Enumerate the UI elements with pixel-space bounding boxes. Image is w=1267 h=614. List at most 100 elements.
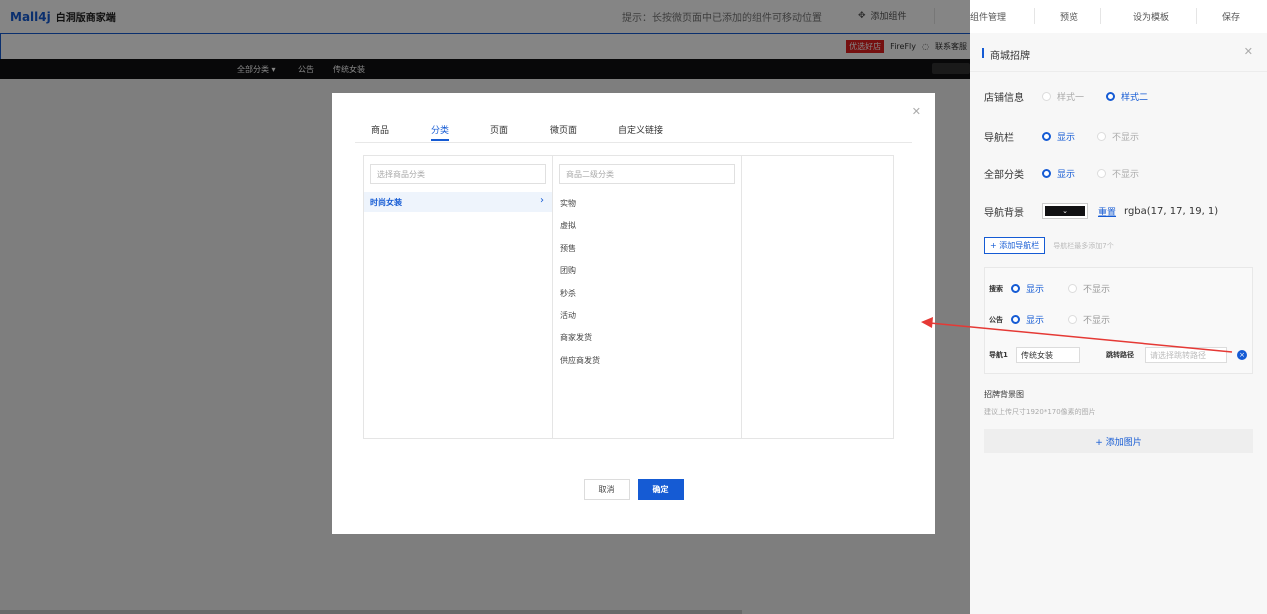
tab-product[interactable]: 商品 — [371, 123, 389, 136]
list-item[interactable]: 虚拟 — [560, 220, 600, 242]
radio-label: 不显示 — [1112, 133, 1140, 143]
settings-panel: 商城招牌 ✕ 店铺信息 样式一 样式二 导航栏 显示 不显示 全部分类 显示 不… — [970, 33, 1267, 614]
divider — [1100, 8, 1101, 24]
add-image-label: + 添加图片 — [1095, 437, 1142, 448]
search-hide-radio[interactable]: 不显示 — [1068, 282, 1110, 295]
list-item[interactable]: 秒杀 — [560, 288, 600, 310]
link-path-input[interactable]: 请选择跳转路径 — [1145, 347, 1227, 363]
nav-bg-label: 导航背景 — [984, 207, 1024, 219]
radio-checked-icon — [1042, 132, 1051, 141]
nav1-name-input[interactable]: 传统女装 — [1016, 347, 1080, 363]
add-nav-hint: 导航栏最多添加7个 — [1053, 241, 1114, 250]
radio-label: 显示 — [1026, 316, 1045, 326]
subcategory-search-input[interactable]: 商品二级分类 — [559, 164, 735, 184]
subcategory-list: 实物 虚拟 预售 团购 秒杀 活动 商家发货 供应商发货 — [560, 198, 600, 377]
add-nav-button[interactable]: + 添加导航栏 — [984, 237, 1046, 254]
radio-label: 不显示 — [1112, 170, 1140, 180]
store-info-row: 店铺信息 样式一 样式二 — [984, 89, 1170, 104]
radio-checked-icon — [1011, 315, 1020, 324]
radio-checked-icon — [1106, 92, 1116, 101]
category-columns: 选择商品分类 时尚女装 › 商品二级分类 实物 虚拟 预售 团购 秒杀 活动 商… — [363, 155, 894, 439]
tab-custom-link[interactable]: 自定义链接 — [618, 123, 663, 136]
close-icon[interactable]: ✕ — [912, 105, 921, 118]
radio-icon — [1068, 315, 1078, 324]
nav1-label: 导航1 — [989, 351, 1008, 359]
store-style1-radio[interactable]: 样式一 — [1042, 90, 1084, 103]
add-image-button[interactable]: + 添加图片 — [984, 429, 1253, 453]
confirm-button[interactable]: 确定 — [637, 479, 684, 500]
nav1-row: 导航1 传统女装 跳转路径 请选择跳转路径 × — [989, 347, 1247, 363]
page: Mall4j 白洞版商家端 提示：长按微页面中已添加的组件可移动位置 ✥ 添加组… — [0, 0, 1267, 614]
divider — [1034, 8, 1035, 24]
radio-label: 显示 — [1057, 170, 1076, 180]
modal-tabs: 商品 分类 页面 微页面 自定义链接 — [355, 121, 912, 143]
third-level-column — [742, 156, 893, 438]
radio-icon — [1042, 92, 1051, 101]
list-item[interactable]: 供应商发货 — [560, 355, 600, 377]
radio-label: 不显示 — [1083, 285, 1111, 295]
radio-checked-icon — [1042, 169, 1051, 178]
nav-config-card: 搜索 显示 不显示 公告 显示 不显示 导航1 传统女装 跳转路径 请选择跳转路… — [984, 267, 1253, 374]
divider — [1196, 8, 1197, 24]
category-label: 时尚女装 — [370, 198, 402, 207]
chevron-right-icon: › — [540, 195, 544, 206]
nav-bg-row: 导航背景 ⌄ 重置 rgba(17, 17, 19, 1) — [984, 203, 1218, 219]
radio-icon — [1068, 284, 1078, 293]
category-show-radio[interactable]: 显示 — [1042, 167, 1075, 180]
search-show-radio[interactable]: 显示 — [1011, 282, 1044, 295]
search-label: 搜索 — [989, 284, 1003, 293]
store-info-label: 店铺信息 — [984, 93, 1024, 104]
radio-label: 不显示 — [1083, 316, 1111, 326]
search-row: 搜索 显示 不显示 — [989, 282, 1134, 295]
link-select-modal: ✕ 商品 分类 页面 微页面 自定义链接 选择商品分类 时尚女装 › 商品二级分… — [332, 93, 935, 534]
all-category-label: 全部分类 — [984, 170, 1024, 181]
category-item[interactable]: 时尚女装 › — [364, 192, 552, 212]
tab-category[interactable]: 分类 — [431, 123, 450, 141]
color-value: rgba(17, 17, 19, 1) — [1124, 205, 1219, 217]
first-level-column: 选择商品分类 时尚女装 › — [364, 156, 553, 438]
bg-image-section: 招牌背景图 建议上传尺寸1920*170像素的图片 — [984, 389, 1096, 417]
bg-image-hint: 建议上传尺寸1920*170像素的图片 — [984, 408, 1096, 416]
tab-micro-page[interactable]: 微页面 — [550, 123, 577, 136]
notice-hide-radio[interactable]: 不显示 — [1068, 313, 1110, 326]
tab-page[interactable]: 页面 — [490, 123, 508, 136]
link-path-label: 跳转路径 — [1106, 351, 1134, 359]
radio-label: 样式二 — [1121, 93, 1149, 103]
list-item[interactable]: 预售 — [560, 243, 600, 265]
radio-label: 样式一 — [1057, 93, 1085, 103]
preview-button[interactable]: 预览 — [1060, 10, 1078, 23]
cancel-button[interactable]: 取消 — [583, 479, 630, 500]
navbar-hide-radio[interactable]: 不显示 — [1097, 130, 1139, 143]
panel-title: 商城招牌 — [982, 47, 1030, 62]
list-item[interactable]: 实物 — [560, 198, 600, 220]
navbar-label: 导航栏 — [984, 133, 1014, 144]
radio-icon — [1097, 169, 1107, 178]
category-search-input[interactable]: 选择商品分类 — [370, 164, 546, 184]
navbar-row: 导航栏 显示 不显示 — [984, 129, 1161, 144]
notice-label: 公告 — [989, 315, 1003, 324]
all-category-row: 全部分类 显示 不显示 — [984, 166, 1161, 181]
bg-image-title: 招牌背景图 — [984, 390, 1024, 399]
radio-label: 显示 — [1057, 133, 1076, 143]
second-level-column: 商品二级分类 实物 虚拟 预售 团购 秒杀 活动 商家发货 供应商发货 — [553, 156, 742, 438]
close-icon[interactable]: ✕ — [1244, 45, 1253, 58]
category-hide-radio[interactable]: 不显示 — [1097, 167, 1139, 180]
reset-link[interactable]: 重置 — [1098, 205, 1116, 218]
navbar-show-radio[interactable]: 显示 — [1042, 130, 1075, 143]
remove-nav-icon[interactable]: × — [1237, 350, 1247, 360]
list-item[interactable]: 商家发货 — [560, 332, 600, 354]
radio-label: 显示 — [1026, 285, 1045, 295]
set-template-button[interactable]: 设为模板 — [1133, 10, 1169, 23]
component-manage-button[interactable]: 组件管理 — [970, 10, 1006, 23]
panel-header: 商城招牌 ✕ — [970, 33, 1267, 72]
store-style2-radio[interactable]: 样式二 — [1106, 90, 1148, 103]
radio-checked-icon — [1011, 284, 1020, 293]
list-item[interactable]: 活动 — [560, 310, 600, 332]
notice-show-radio[interactable]: 显示 — [1011, 313, 1044, 326]
chevron-down-icon: ⌄ — [1045, 206, 1085, 216]
list-item[interactable]: 团购 — [560, 265, 600, 287]
save-button[interactable]: 保存 — [1222, 10, 1240, 23]
notice-row: 公告 显示 不显示 — [989, 313, 1134, 326]
color-picker[interactable]: ⌄ — [1042, 203, 1088, 219]
add-nav-row: + 添加导航栏 导航栏最多添加7个 — [984, 237, 1114, 254]
